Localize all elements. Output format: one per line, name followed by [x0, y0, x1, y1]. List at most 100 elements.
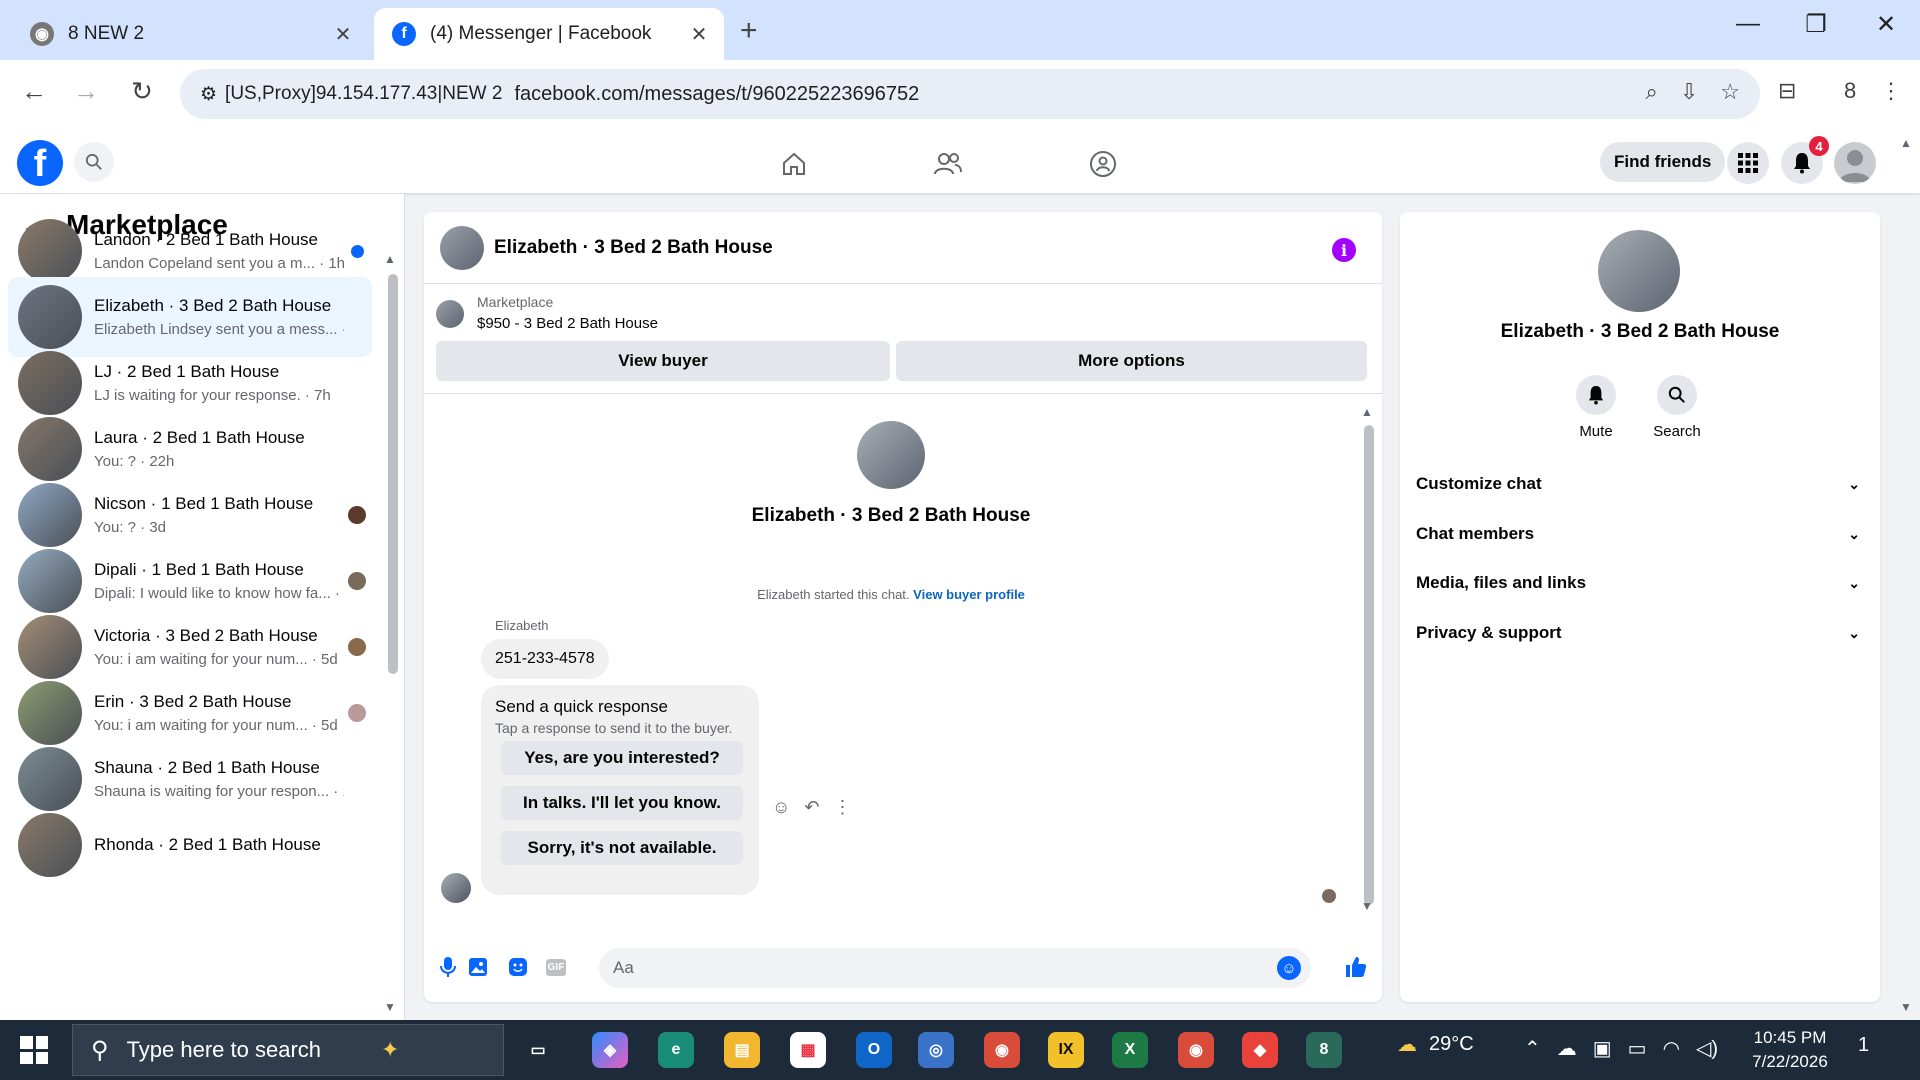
show-hidden-icons-icon[interactable]: ⌃ [1524, 1036, 1541, 1061]
chrome-app-icon[interactable]: ◉ [984, 1032, 1020, 1068]
close-tab-icon[interactable]: ✕ [328, 22, 358, 47]
tab-search-icon[interactable]: ⊟ [1778, 78, 1796, 104]
copilot-app-icon[interactable]: ◈ [592, 1032, 628, 1068]
battery-icon[interactable]: ▭ [1628, 1036, 1647, 1061]
chrome-account-icon[interactable]: ◉ [1178, 1032, 1214, 1068]
section-label: Media, files and links [1416, 573, 1587, 592]
new-tab-button[interactable]: + [740, 14, 758, 48]
quick-response-option[interactable]: In talks. I'll let you know. [501, 786, 743, 820]
reply-icon[interactable]: ↶ [804, 797, 819, 818]
temperature: 29°C [1429, 1033, 1474, 1055]
find-friends-button[interactable]: Find friends [1600, 142, 1726, 182]
page-scroll-up-arrow[interactable]: ▲ [1900, 136, 1912, 150]
minimize-button[interactable]: — [1728, 10, 1768, 38]
photo-icon[interactable] [466, 955, 490, 979]
thread-scroll-down-arrow[interactable]: ▼ [1361, 899, 1373, 913]
view-buyer-button[interactable]: View buyer [436, 341, 890, 381]
url-text[interactable]: facebook.com/messages/t/960225223696752 [514, 83, 919, 106]
notification-center-icon[interactable]: 1 [1858, 1034, 1869, 1057]
bookmark-star-icon[interactable]: ☆ [1720, 79, 1740, 105]
taskbar-clock[interactable]: 10:45 PM 7/22/2026 [1740, 1026, 1840, 1074]
sender-avatar[interactable] [441, 873, 471, 903]
outlook-app-icon[interactable]: O [856, 1032, 892, 1068]
profile-count[interactable]: 8 [1844, 78, 1856, 104]
install-app-icon[interactable]: ⇩ [1680, 79, 1698, 105]
search-button[interactable] [74, 142, 114, 182]
chat-header-avatar[interactable] [440, 225, 484, 270]
emoji-icon[interactable]: ☺ [1277, 956, 1301, 980]
more-icon[interactable]: ⋮ [833, 797, 851, 818]
sticker-icon[interactable] [506, 955, 530, 979]
media-files-links-section[interactable]: Media, files and links ⌄ [1416, 565, 1866, 601]
zoom-icon[interactable]: ⌕ [1646, 79, 1658, 105]
view-buyer-profile-link[interactable]: View buyer profile [913, 587, 1025, 602]
home-nav-button[interactable] [774, 148, 814, 180]
tab-8-new-2[interactable]: ◉ 8 NEW 2 ✕ [12, 8, 368, 60]
thread-profile-avatar[interactable] [857, 421, 925, 489]
gif-icon[interactable]: GIF [544, 955, 568, 979]
customize-chat-section[interactable]: Customize chat ⌄ [1416, 466, 1866, 502]
section-label: Chat members [1416, 524, 1535, 543]
list-scrollbar[interactable] [388, 274, 398, 674]
search-in-chat-button[interactable]: Search [1642, 375, 1712, 440]
task-view-icon[interactable]: ▭ [520, 1032, 556, 1068]
message-input[interactable]: Aa ☺ [599, 948, 1311, 988]
copilot-sparkle-icon: ✦ [381, 1037, 400, 1062]
listing-title[interactable]: $950 - 3 Bed 2 Bath House [477, 315, 658, 332]
chat-header-name[interactable]: Elizabeth · 3 Bed 2 Bath House [494, 237, 773, 259]
list-scroll-down-arrow[interactable]: ▼ [384, 1000, 396, 1014]
message-bubble[interactable]: 251-233-4578 [481, 639, 609, 679]
weather-widget[interactable]: ☁ 29°C [1397, 1032, 1474, 1057]
quick-response-option[interactable]: Yes, are you interested? [501, 741, 743, 775]
conversation-text: Rhonda · 2 Bed 1 Bath House [94, 835, 344, 855]
chrome-profile-icon[interactable]: ◎ [918, 1032, 954, 1068]
taskbar-search-box[interactable]: ⚲ Type here to search ✦ [72, 1024, 504, 1076]
windows-start-icon[interactable] [20, 1036, 48, 1064]
quick-response-card: Send a quick response Tap a response to … [481, 685, 759, 895]
info-panel-avatar[interactable] [1598, 230, 1680, 312]
tab-messenger[interactable]: f (4) Messenger | Facebook ✕ [374, 8, 724, 60]
browser-profile-8-icon[interactable]: 8 [1306, 1032, 1342, 1068]
quick-response-option[interactable]: Sorry, it's not available. [501, 831, 743, 865]
react-icon[interactable]: ☺ [772, 797, 790, 818]
volume-icon[interactable]: ◁) [1696, 1036, 1718, 1061]
reload-button[interactable]: ↻ [122, 76, 162, 107]
anydesk-icon[interactable]: ◆ [1242, 1032, 1278, 1068]
more-options-button[interactable]: More options [896, 341, 1367, 381]
address-bar[interactable]: ⚙ [US,Proxy]94.154.177.43|NEW 2 facebook… [180, 69, 1760, 119]
account-avatar[interactable] [1834, 142, 1876, 184]
mute-button[interactable]: Mute [1561, 375, 1631, 440]
menu-button[interactable] [1727, 142, 1769, 184]
menu-kebab-icon[interactable]: ⋮ [1880, 78, 1902, 104]
page-scroll-down-arrow[interactable]: ▼ [1900, 1000, 1912, 1014]
groups-nav-button[interactable] [1083, 148, 1123, 180]
search-icon: ⚲ [91, 1036, 109, 1064]
meet-now-icon[interactable]: ▣ [1593, 1036, 1612, 1061]
wifi-icon[interactable]: ◠ [1663, 1036, 1680, 1061]
ixbrowser-icon[interactable]: IX [1048, 1032, 1084, 1068]
conversation-item[interactable]: Rhonda · 2 Bed 1 Bath House [8, 805, 372, 885]
back-button[interactable]: ← [14, 76, 54, 107]
search-icon [85, 153, 102, 170]
close-tab-icon[interactable]: ✕ [684, 22, 714, 47]
file-explorer-icon[interactable]: ▤ [724, 1032, 760, 1068]
edge-app-icon[interactable]: e [658, 1032, 694, 1068]
onedrive-icon[interactable]: ☁ [1557, 1036, 1577, 1061]
friends-nav-button[interactable] [928, 148, 968, 180]
close-window-button[interactable]: ✕ [1866, 10, 1906, 39]
microsoft-store-icon[interactable]: ▦ [790, 1032, 826, 1068]
privacy-support-section[interactable]: Privacy & support ⌄ [1416, 615, 1866, 651]
restore-button[interactable]: ❐ [1796, 10, 1836, 39]
chat-members-section[interactable]: Chat members ⌄ [1416, 516, 1866, 552]
excel-app-icon[interactable]: X [1112, 1032, 1148, 1068]
site-info[interactable]: ⚙ [US,Proxy]94.154.177.43|NEW 2 [200, 83, 502, 106]
voice-clip-icon[interactable] [436, 955, 460, 979]
thread-scroll-up-arrow[interactable]: ▲ [1361, 405, 1373, 419]
list-scroll-up-arrow[interactable]: ▲ [384, 252, 396, 266]
thumbs-up-icon[interactable] [1344, 955, 1368, 979]
forward-button[interactable]: → [66, 76, 106, 107]
clock-time: 10:45 PM [1753, 1028, 1827, 1047]
facebook-logo[interactable]: f [17, 140, 63, 186]
thread-scrollbar[interactable] [1364, 425, 1374, 905]
info-icon[interactable]: i [1332, 238, 1356, 262]
